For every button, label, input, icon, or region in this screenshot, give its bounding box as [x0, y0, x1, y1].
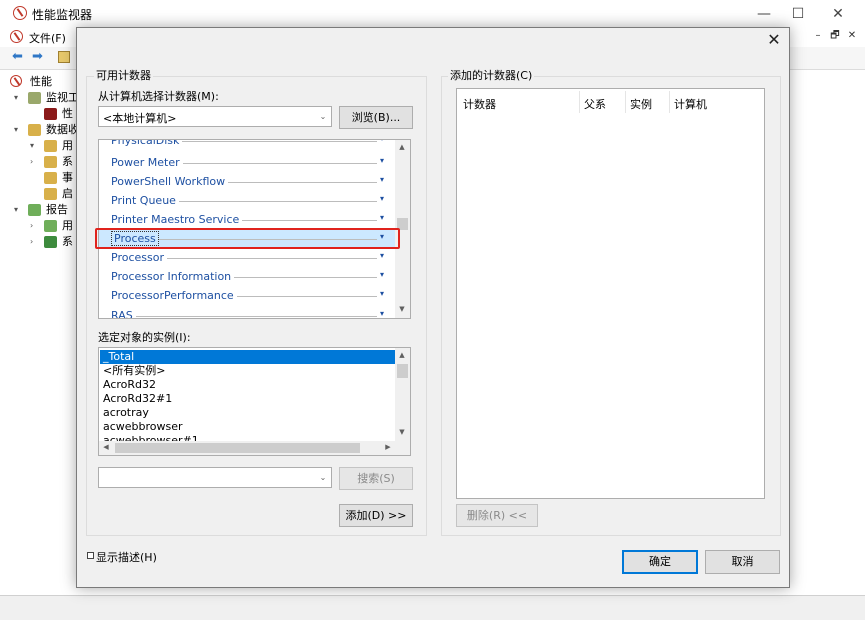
counter-item-powershell-workflow[interactable]: PowerShell Workflow ▾ — [99, 172, 395, 191]
available-counters-label: 可用计数器 — [94, 67, 153, 83]
scroll-up-icon[interactable]: ▲ — [395, 143, 409, 151]
computer-combo[interactable]: <本地计算机> ⌄ — [98, 106, 332, 127]
show-description-label[interactable]: 显示描述(H) — [96, 549, 157, 565]
monitor-chart-icon — [44, 108, 57, 120]
mdi-minimize-button[interactable]: – — [811, 29, 825, 43]
title-bar — [0, 0, 865, 27]
select-from-computer-label: 从计算机选择计数器(M): — [98, 90, 219, 103]
counter-item-physicaldisk[interactable]: PhysicalDisk ▾ — [99, 140, 395, 150]
system-folder-icon — [44, 156, 57, 168]
folder-up-icon[interactable] — [58, 51, 70, 63]
startup-folder-icon — [44, 188, 57, 200]
chevron-down-icon[interactable]: ▾ — [377, 270, 387, 279]
search-combo[interactable]: ⌄ — [98, 467, 332, 488]
show-description-checkbox[interactable] — [87, 552, 94, 559]
column-divider[interactable] — [669, 91, 670, 113]
back-arrow-icon[interactable]: ⬅ — [12, 50, 26, 63]
chevron-down-icon[interactable]: ▾ — [377, 194, 387, 203]
chevron-down-icon[interactable]: ▾ — [377, 309, 387, 318]
maximize-button[interactable]: ☐ — [780, 3, 816, 25]
chevron-down-icon[interactable]: ▾ — [377, 175, 387, 184]
reports-folder-icon — [28, 204, 41, 216]
tools-folder-icon — [28, 92, 41, 104]
counter-item-processor-performance[interactable]: ProcessorPerformance ▾ — [99, 286, 395, 305]
expand-icon[interactable]: › — [30, 218, 39, 234]
scroll-thumb[interactable] — [397, 364, 408, 378]
navigation-tree: 性能 ▾ 监视工 性 ▾ 数据收 ▾ 用 › 系 事 启 ▾ 报告 › 用 › … — [0, 70, 80, 595]
collapse-icon[interactable]: ▾ — [14, 122, 23, 138]
counter-item-printer-maestro[interactable]: Printer Maestro Service ▾ — [99, 210, 395, 229]
counter-item-processor-information[interactable]: Processor Information ▾ — [99, 267, 395, 286]
column-divider[interactable] — [625, 91, 626, 113]
expand-icon[interactable]: › — [30, 154, 39, 170]
ok-button[interactable]: 确定 — [622, 550, 698, 574]
mdi-restore-button[interactable]: 🗗 — [828, 29, 842, 43]
added-counters-list[interactable]: 计数器 父系 实例 计算机 — [456, 88, 765, 499]
added-counters-label: 添加的计数器(C) — [448, 67, 535, 83]
cancel-button[interactable]: 取消 — [705, 550, 780, 574]
computer-combo-value: <本地计算机> — [103, 112, 177, 125]
counter-item-power-meter[interactable]: Power Meter ▾ — [99, 153, 395, 172]
chevron-down-icon[interactable]: ▾ — [377, 251, 387, 260]
chevron-down-icon[interactable]: ▾ — [377, 289, 387, 298]
instance-item[interactable]: AcroRd32#1 — [100, 392, 395, 406]
chevron-down-icon[interactable]: ▾ — [377, 156, 387, 165]
counter-item-processor[interactable]: Processor ▾ — [99, 248, 395, 267]
scroll-left-icon[interactable]: ◀ — [99, 443, 113, 451]
user-report-icon — [44, 220, 57, 232]
chevron-down-icon: ⌄ — [319, 473, 327, 482]
user-folder-icon — [44, 140, 57, 152]
process-highlight-annotation — [95, 228, 400, 249]
instance-item[interactable]: _Total — [100, 350, 395, 364]
hscroll-thumb[interactable] — [115, 443, 360, 453]
instance-item[interactable]: <所有实例> — [100, 364, 395, 378]
instance-list-hscrollbar[interactable]: ◀ ▶ — [99, 441, 410, 455]
collapse-icon[interactable]: ▾ — [14, 90, 23, 106]
instance-item[interactable]: acrotray — [100, 406, 395, 420]
status-bar — [0, 595, 865, 620]
collapse-icon[interactable]: ▾ — [14, 202, 23, 218]
chevron-down-icon[interactable]: ▾ — [377, 140, 387, 143]
instance-item[interactable]: AcroRd32 — [100, 378, 395, 392]
search-button[interactable]: 搜索(S) — [339, 467, 413, 490]
dialog-close-button[interactable]: ✕ — [761, 30, 787, 50]
scroll-up-icon[interactable]: ▲ — [395, 351, 409, 359]
menu-app-icon — [10, 30, 23, 43]
column-header-computer[interactable]: 计算机 — [674, 96, 707, 112]
mdi-close-button[interactable]: ✕ — [845, 29, 859, 43]
minimize-button[interactable]: — — [746, 3, 782, 25]
scroll-down-icon[interactable]: ▼ — [395, 305, 409, 313]
scroll-right-icon[interactable]: ▶ — [381, 443, 395, 451]
event-folder-icon — [44, 172, 57, 184]
counter-item-print-queue[interactable]: Print Queue ▾ — [99, 191, 395, 210]
remove-button[interactable]: 删除(R) << — [456, 504, 538, 527]
collapse-icon[interactable]: ▾ — [30, 138, 39, 154]
expand-icon[interactable]: › — [30, 234, 39, 250]
instances-label: 选定对象的实例(I): — [98, 331, 191, 344]
counter-item-ras[interactable]: RAS ▾ — [99, 306, 395, 318]
column-header-counter[interactable]: 计数器 — [463, 96, 496, 112]
scroll-down-icon[interactable]: ▼ — [395, 428, 409, 436]
window-title: 性能监视器 — [32, 8, 93, 22]
collector-folder-icon — [28, 124, 41, 136]
add-button[interactable]: 添加(D) >> — [339, 504, 413, 527]
column-header-parent[interactable]: 父系 — [584, 96, 606, 112]
forward-arrow-icon[interactable]: ➡ — [32, 50, 46, 63]
menu-file[interactable]: 文件(F) — [29, 30, 66, 46]
performance-icon — [10, 75, 22, 87]
perfmon-app-icon — [13, 6, 27, 20]
browse-button[interactable]: 浏览(B)... — [339, 106, 413, 129]
chevron-down-icon: ⌄ — [319, 112, 327, 121]
chevron-down-icon[interactable]: ▾ — [377, 213, 387, 222]
column-divider[interactable] — [579, 91, 580, 113]
window-close-button[interactable]: ✕ — [820, 3, 856, 25]
system-report-icon — [44, 236, 57, 248]
column-header-instance[interactable]: 实例 — [630, 96, 652, 112]
instance-item[interactable]: acwebbrowser — [100, 420, 395, 434]
instance-list-vscrollbar[interactable]: ▲ ▼ — [395, 348, 410, 441]
instance-list[interactable]: _Total <所有实例> AcroRd32 AcroRd32#1 acrotr… — [98, 347, 411, 456]
